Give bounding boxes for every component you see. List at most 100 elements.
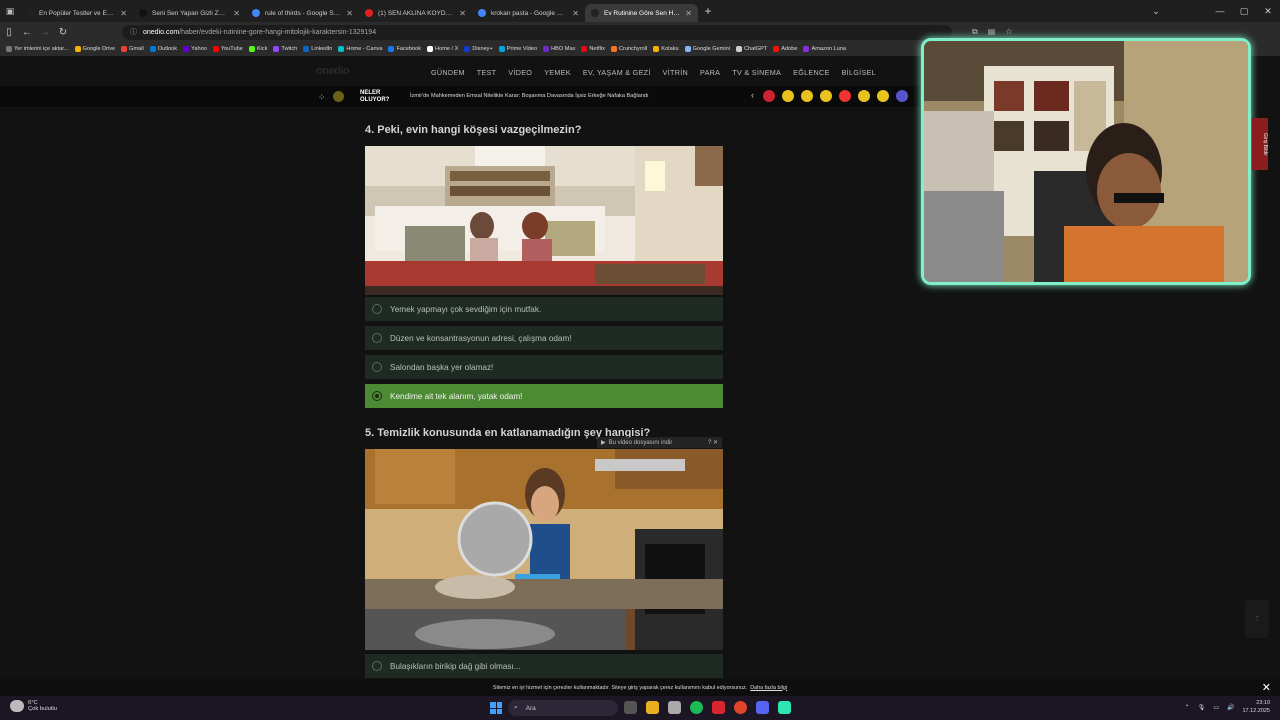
bookmark-item[interactable]: Crunchyroll — [610, 46, 647, 52]
cookie-close-icon[interactable]: ✕ — [1262, 681, 1271, 694]
mic-icon[interactable]: 🎙 — [1198, 704, 1206, 711]
bookmark-item[interactable]: YouTube — [212, 46, 243, 52]
browser-tab[interactable]: En Popüler Testler ve Eğlenceli ✕ — [20, 4, 133, 22]
browser-tab[interactable]: (1) SEN AKLINA KOYDUĞUN H ✕ — [359, 4, 472, 22]
radio-icon[interactable] — [372, 391, 382, 401]
bookmark-item[interactable]: ChatGPT — [735, 46, 767, 52]
radio-icon[interactable] — [372, 362, 382, 372]
quiz-option[interactable]: Kendime ait tek alanım, yatak odam! — [365, 384, 723, 408]
site-menu-item[interactable]: YEMEK — [544, 68, 571, 77]
browser-tab[interactable]: Ev Rutinine Göre Sen Hangi Mit ✕ — [585, 4, 698, 22]
cookie-more-link[interactable]: Daha fazla bilgi — [750, 685, 787, 691]
quiz-option[interactable]: Bulaşıkların birikip dağ gibi olması... — [365, 654, 723, 678]
bookmark-item[interactable]: Disney+ — [464, 46, 493, 52]
reaction-emoji-icon[interactable] — [839, 90, 851, 102]
site-menu-item[interactable]: TEST — [477, 68, 497, 77]
bookmark-item[interactable]: Kick — [248, 46, 267, 52]
reload-icon[interactable]: ↻ — [54, 27, 72, 38]
maximize-icon[interactable]: ▢ — [1232, 6, 1256, 17]
bookmark-item[interactable]: Google Drive — [74, 46, 115, 52]
forward-icon[interactable]: → — [36, 27, 54, 38]
w-app-icon[interactable] — [712, 701, 725, 714]
url-bar[interactable]: ⓘ onedio.com/haber/evdeki-rutinine-gore-… — [122, 24, 952, 40]
grid-menu-icon[interactable]: ⁘ — [318, 92, 326, 103]
tab-close-icon[interactable]: ✕ — [459, 9, 466, 18]
file-explorer-icon[interactable] — [646, 701, 659, 714]
radio-icon[interactable] — [372, 304, 382, 314]
site-menu-item[interactable]: PARA — [700, 68, 720, 77]
bookmark-item[interactable]: LinkedIn — [303, 46, 332, 52]
quiz-option[interactable]: Salondan başka yer olamaz! — [365, 355, 723, 379]
scroll-to-top-button[interactable]: ↑ — [1245, 600, 1269, 638]
clock[interactable]: 23:10 17.12.2025 — [1242, 699, 1270, 715]
browser-tab[interactable]: krokan pasta - Google Search ✕ — [472, 4, 585, 22]
bookmark-item[interactable]: Home - Canva — [338, 46, 382, 52]
bookmark-item[interactable]: Outlook — [149, 46, 177, 52]
calculator-icon[interactable] — [668, 701, 681, 714]
site-menu-item[interactable]: TV & SİNEMA — [732, 68, 781, 77]
tab-close-icon[interactable]: ✕ — [685, 9, 692, 18]
close-download-icon[interactable]: ? ✕ — [708, 439, 718, 446]
brave-icon[interactable] — [734, 701, 747, 714]
site-logo[interactable]: onedio — [316, 65, 350, 77]
start-icon[interactable] — [490, 702, 502, 714]
chevron-left-icon[interactable]: ‹ — [751, 90, 754, 100]
radio-icon[interactable] — [372, 661, 382, 671]
tab-close-icon[interactable]: ✕ — [233, 9, 240, 18]
bookmark-item[interactable]: Netflix — [581, 46, 605, 52]
browser-tab[interactable]: Seni Sen Yapan Gizli Zayıflığın ✕ — [133, 4, 246, 22]
side-feedback-tab[interactable]: Giriş Bildir — [1252, 118, 1268, 170]
radio-icon[interactable] — [372, 333, 382, 343]
bookmark-item[interactable]: Yer imlerini içe aktar... — [6, 46, 69, 52]
bookmark-item[interactable]: Kotaku — [653, 46, 679, 52]
reaction-emoji-icon[interactable] — [858, 90, 870, 102]
bookmark-item[interactable]: Amazon Luna — [803, 46, 846, 52]
discord-icon[interactable] — [756, 701, 769, 714]
task-view-icon[interactable] — [624, 701, 637, 714]
bookmark-item[interactable]: Adobe — [773, 46, 797, 52]
weather-widget[interactable]: 6°C Çok bulutlu — [10, 700, 57, 712]
new-tab-button[interactable]: + — [698, 4, 718, 18]
reaction-emoji-icon[interactable] — [801, 90, 813, 102]
site-menu-item[interactable]: EV, YAŞAM & GEZİ — [583, 68, 651, 77]
sidebar-toggle-icon[interactable]: ▯ — [0, 27, 18, 38]
site-menu-item[interactable]: EĞLENCE — [793, 68, 829, 77]
network-icon[interactable]: ▭ — [1213, 704, 1219, 711]
back-icon[interactable]: ← — [18, 27, 36, 38]
bookmark-item[interactable]: Yahoo — [183, 46, 207, 52]
reaction-emoji-icon[interactable] — [820, 90, 832, 102]
quiz-option[interactable]: Yemek yapmayı çok sevdiğim için mutfak. — [365, 297, 723, 321]
close-icon[interactable]: ✕ — [1256, 6, 1280, 17]
reaction-emoji-icon[interactable] — [877, 90, 889, 102]
tab-search-icon[interactable]: ⌄ — [1144, 6, 1168, 17]
ticker-headline[interactable]: İzmir'de Mahkemeden Emsal Nitelikte Kara… — [410, 93, 649, 99]
quiz-option[interactable]: Düzen ve konsantrasyonun adresi, çalışma… — [365, 326, 723, 350]
screenshot-icon[interactable]: ⧉ — [972, 27, 978, 37]
bookmark-item[interactable]: Twitch — [273, 46, 297, 52]
streaming-app-icon[interactable] — [778, 701, 791, 714]
spotify-icon[interactable] — [690, 701, 703, 714]
reaction-emoji-icon[interactable] — [763, 90, 775, 102]
reader-icon[interactable]: ▤ — [988, 27, 996, 37]
video-download-bar[interactable]: ▶ Bu video dosyasını indir ? ✕ — [597, 437, 722, 448]
bookmark-item[interactable]: Home / X — [427, 46, 458, 52]
site-menu-item[interactable]: VİTRİN — [663, 68, 688, 77]
reaction-emoji-icon[interactable] — [782, 90, 794, 102]
bookmark-star-icon[interactable]: ☆ — [1005, 27, 1012, 37]
site-menu-item[interactable]: GÜNDEM — [431, 68, 465, 77]
reaction-emoji-icon[interactable] — [896, 90, 908, 102]
bookmark-item[interactable]: HBO Max — [543, 46, 575, 52]
taskbar-search[interactable]: ⌕ Ara — [508, 700, 618, 716]
tab-actions-icon[interactable]: ▣ — [0, 6, 20, 17]
bookmark-item[interactable]: Google Gemini — [684, 46, 730, 52]
site-menu-item[interactable]: VİDEO — [508, 68, 532, 77]
site-info-icon[interactable]: ⓘ — [130, 27, 137, 37]
tray-chevron-icon[interactable]: ⌃ — [1185, 704, 1190, 711]
tab-close-icon[interactable]: ✕ — [572, 9, 579, 18]
browser-tab[interactable]: rule of thirds - Google Search ✕ — [246, 4, 359, 22]
tab-close-icon[interactable]: ✕ — [120, 9, 127, 18]
site-menu-item[interactable]: BİLGİSEL — [842, 68, 876, 77]
volume-icon[interactable]: 🔊 — [1227, 704, 1234, 711]
bookmark-item[interactable]: Gmail — [121, 46, 144, 52]
bookmark-item[interactable]: Prime Video — [498, 46, 537, 52]
